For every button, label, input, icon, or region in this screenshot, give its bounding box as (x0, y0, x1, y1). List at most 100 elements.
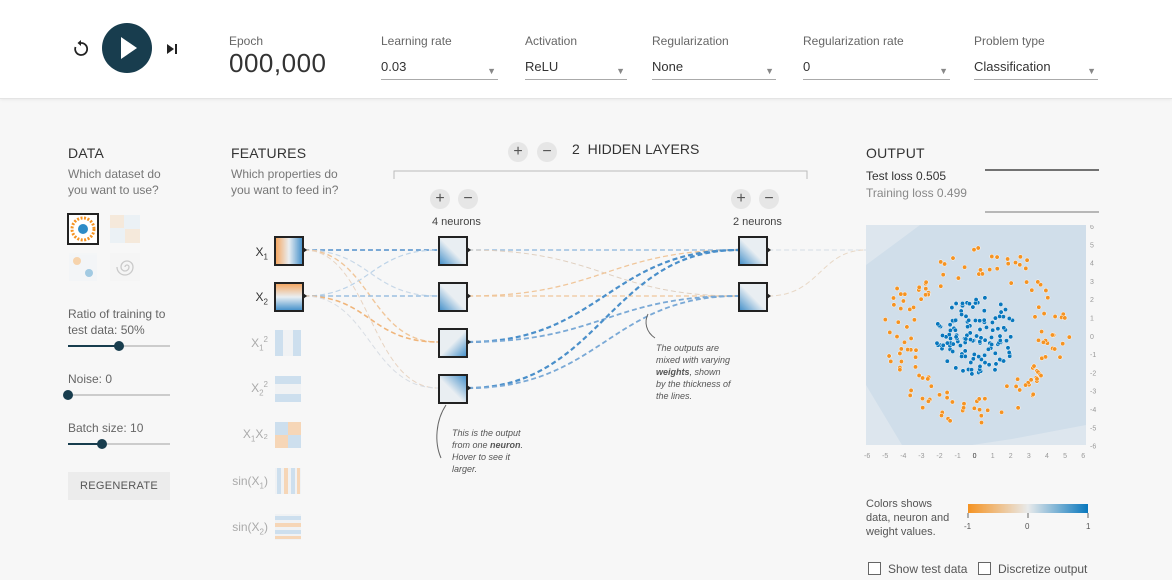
y-tick-label: -1 (1090, 352, 1096, 359)
y-tick-label: 4 (1090, 261, 1094, 268)
data-point (1017, 387, 1023, 393)
data-point (1039, 355, 1045, 361)
data-point (953, 365, 959, 371)
checkbox-icon[interactable] (978, 562, 991, 575)
data-point (966, 317, 972, 323)
data-point (891, 295, 896, 301)
data-point (969, 367, 974, 373)
data-point (920, 396, 925, 402)
y-tick-label: -3 (1090, 389, 1096, 396)
x-tick-label: 2 (1009, 453, 1013, 460)
data-point (1006, 350, 1012, 355)
data-point (953, 301, 959, 306)
data-point (923, 292, 929, 298)
data-point (999, 409, 1005, 415)
data-point (971, 405, 977, 411)
data-point (997, 333, 1003, 339)
data-point (898, 346, 904, 352)
data-point (953, 317, 959, 323)
data-point (888, 358, 894, 364)
data-point (913, 354, 919, 360)
data-point (963, 313, 969, 319)
feature-x1-squared-node[interactable] (275, 330, 301, 356)
data-point (916, 284, 922, 290)
layer2-neuron-2[interactable] (738, 282, 771, 312)
data-point (944, 340, 950, 346)
feature-sin-x2-node[interactable] (275, 514, 301, 540)
data-point (940, 272, 946, 278)
feature-x1x2-node[interactable] (275, 422, 301, 448)
layer1-neuron-1[interactable] (438, 236, 471, 266)
data-point (946, 332, 952, 338)
data-point (960, 368, 966, 374)
checkbox-icon[interactable] (868, 562, 881, 575)
data-point (1036, 304, 1042, 310)
layer1-neuron-2[interactable] (438, 282, 471, 312)
data-point (1043, 288, 1049, 293)
data-point (1039, 329, 1045, 335)
data-point (1040, 339, 1046, 345)
data-point (895, 319, 901, 325)
link (767, 249, 867, 297)
y-tick-label: -2 (1090, 370, 1096, 377)
discretize-output-checkbox[interactable]: Discretize output (978, 562, 1087, 576)
data-point (977, 318, 983, 324)
data-point (1013, 383, 1019, 389)
link (467, 249, 739, 297)
data-point (981, 317, 987, 323)
data-point (940, 342, 946, 348)
data-point (982, 396, 988, 402)
layer1-neuron-3[interactable] (438, 328, 471, 358)
data-point (907, 306, 913, 312)
y-tick-label: 5 (1090, 242, 1094, 249)
data-point (982, 295, 988, 301)
feature-x2-squared-node[interactable] (275, 376, 301, 402)
test-loss: Test loss 0.505 (866, 169, 947, 183)
data-point (925, 376, 931, 382)
data-point (1057, 354, 1063, 360)
color-legend-bar (968, 504, 1088, 513)
data-point (976, 396, 982, 402)
feature-x2-node[interactable] (274, 282, 307, 312)
data-point (1024, 257, 1030, 263)
feature-x1-node[interactable] (274, 236, 307, 266)
show-test-data-checkbox[interactable]: Show test data (868, 562, 967, 576)
data-point (978, 335, 984, 341)
data-point (1045, 295, 1051, 301)
layer2-neuron-1[interactable] (738, 236, 771, 266)
output-heatmap: 6 5 4 3 2 1 0 -1 -2 -3 -4 -5 -6 -6 -5 -4 -3 -2 -1 0 1 2 3 4 5 6 (864, 225, 1096, 460)
data-point (989, 320, 995, 325)
data-point (1062, 315, 1068, 321)
x-tick-label: -3 (918, 453, 924, 460)
data-point (934, 340, 940, 346)
data-point (907, 392, 913, 398)
layer1-neuron-4[interactable] (438, 374, 471, 404)
data-point (978, 267, 983, 273)
data-point (1015, 376, 1021, 382)
data-point (935, 321, 941, 327)
data-point (960, 300, 965, 306)
x-tick-label: -6 (864, 453, 870, 460)
data-point (971, 351, 977, 357)
data-point (993, 361, 999, 367)
data-point (986, 362, 992, 368)
data-point (1031, 363, 1037, 369)
link (303, 295, 439, 389)
data-point (965, 324, 971, 330)
data-point (1035, 279, 1041, 285)
data-point (995, 326, 1001, 332)
data-point (952, 327, 958, 333)
loss-chart (985, 169, 1099, 213)
data-point (994, 254, 1000, 260)
data-point (898, 306, 904, 312)
data-point (972, 318, 978, 323)
data-point (944, 358, 950, 364)
data-point (897, 367, 903, 373)
data-point (1005, 256, 1011, 262)
links-layer2-to-output (767, 249, 867, 297)
feature-sin-x1-node[interactable] (275, 468, 301, 494)
data-point (977, 407, 983, 413)
data-point (1023, 382, 1029, 388)
data-point (1015, 405, 1021, 411)
data-point (955, 275, 961, 281)
